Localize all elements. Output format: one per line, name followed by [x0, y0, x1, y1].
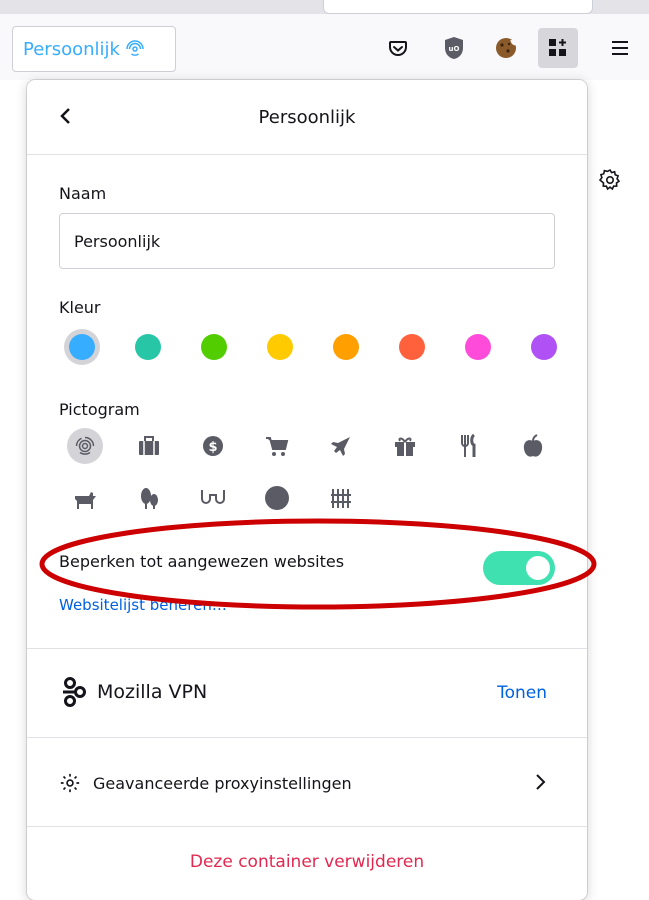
svg-text:$: $ [208, 440, 217, 455]
fingerprint-icon [126, 40, 144, 58]
circle-icon[interactable] [259, 480, 295, 516]
glasses-icon[interactable] [195, 480, 231, 516]
divider [27, 648, 587, 649]
chevron-left-icon [60, 108, 70, 124]
food-icon[interactable] [451, 428, 487, 464]
color-picker [69, 334, 587, 360]
vpn-label: Mozilla VPN [97, 681, 208, 703]
briefcase-icon[interactable] [131, 428, 167, 464]
chevron-right-icon [535, 773, 547, 795]
toggle-knob [526, 556, 550, 580]
vpn-row: Mozilla VPN [59, 676, 207, 708]
tree-icon[interactable] [131, 480, 167, 516]
svg-text:uO: uO [449, 45, 460, 53]
pocket-icon[interactable] [384, 34, 412, 62]
restrict-sites-toggle[interactable] [483, 551, 555, 585]
icon-label: Pictogram [59, 400, 140, 419]
cart-icon[interactable] [259, 428, 295, 464]
fruit-icon[interactable] [515, 428, 551, 464]
hamburger-menu-icon[interactable] [606, 34, 634, 62]
color-swatch[interactable] [333, 334, 359, 360]
container-edit-panel: Persoonlijk Naam Persoonlijk Kleur Picto… [27, 80, 587, 900]
icon-picker-row-1: $ [67, 428, 579, 464]
back-button[interactable] [53, 104, 77, 128]
gear-icon [60, 773, 80, 793]
browser-toolbar: Persoonlijk uO [0, 14, 649, 81]
panel-title: Persoonlijk [258, 106, 356, 128]
color-swatch[interactable] [531, 334, 557, 360]
pet-icon[interactable] [67, 480, 103, 516]
container-indicator[interactable]: Persoonlijk [12, 26, 176, 72]
container-name-input[interactable]: Persoonlijk [59, 213, 555, 269]
color-label: Kleur [59, 298, 101, 317]
gift-icon[interactable] [387, 428, 423, 464]
name-label: Naam [59, 184, 107, 203]
color-swatch[interactable] [69, 334, 95, 360]
ublock-icon[interactable]: uO [440, 34, 468, 62]
divider [27, 826, 587, 827]
color-swatch[interactable] [135, 334, 161, 360]
dollar-icon[interactable]: $ [195, 428, 231, 464]
mozilla-vpn-icon [63, 677, 86, 707]
fingerprint-icon[interactable] [67, 428, 103, 464]
divider [27, 737, 587, 738]
delete-container-button[interactable]: Deze container verwijderen [27, 852, 587, 872]
vpn-show-button[interactable]: Tonen [497, 683, 547, 703]
containers-icon[interactable] [538, 28, 578, 68]
proxy-settings-row[interactable]: Geavanceerde proxyinstellingen [59, 772, 352, 794]
restrict-sites-label: Beperken tot aangewezen websites [59, 552, 345, 571]
icon-picker-row-2 [67, 480, 387, 516]
color-swatch[interactable] [201, 334, 227, 360]
proxy-settings-label: Geavanceerde proxyinstellingen [93, 773, 352, 793]
color-swatch[interactable] [267, 334, 293, 360]
color-swatch[interactable] [465, 334, 491, 360]
manage-sites-link[interactable]: Websitelijst beheren… [59, 596, 227, 614]
plane-icon[interactable] [323, 428, 359, 464]
cookie-icon[interactable] [492, 34, 520, 62]
panel-header: Persoonlijk [27, 80, 587, 155]
fence-icon[interactable] [323, 480, 359, 516]
gear-icon[interactable] [598, 168, 622, 196]
color-swatch[interactable] [399, 334, 425, 360]
container-indicator-label: Persoonlijk [23, 38, 120, 60]
url-bar-dropdown-edge [323, 0, 593, 14]
